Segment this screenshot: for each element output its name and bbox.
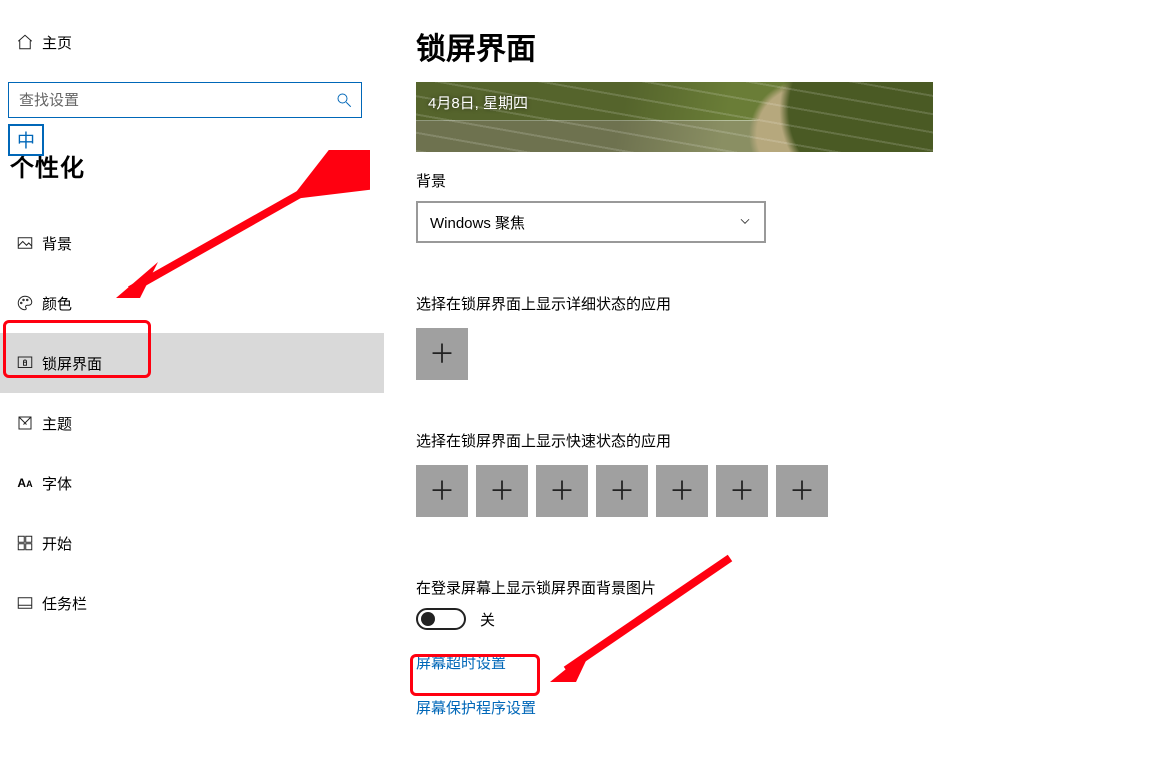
add-quick-app-button[interactable]: ＋ — [416, 465, 468, 517]
sidebar-item-label: 主题 — [42, 413, 72, 434]
search-input[interactable] — [9, 92, 327, 109]
sidebar-item-label: 颜色 — [42, 293, 72, 314]
sidebar-item-start[interactable]: 开始 — [0, 513, 384, 573]
add-detail-app-button[interactable]: ＋ — [416, 328, 468, 380]
add-quick-app-button[interactable]: ＋ — [476, 465, 528, 517]
font-icon: AA — [8, 476, 42, 490]
search-icon — [327, 91, 361, 109]
settings-window: 主页 个性化 背景 颜色 锁屏界面 — [0, 0, 1160, 773]
sidebar-item-themes[interactable]: 主题 — [0, 393, 384, 453]
home-icon — [8, 33, 42, 51]
sidebar: 主页 个性化 背景 颜色 锁屏界面 — [0, 0, 384, 773]
home-nav[interactable]: 主页 — [0, 22, 384, 62]
sidebar-item-colors[interactable]: 颜色 — [0, 273, 384, 333]
theme-icon — [8, 414, 42, 432]
chevron-down-icon — [738, 214, 752, 231]
add-quick-app-button[interactable]: ＋ — [776, 465, 828, 517]
link-screensaver[interactable]: 屏幕保护程序设置 — [416, 697, 1160, 718]
start-icon — [8, 534, 42, 552]
background-dropdown[interactable]: Windows 聚焦 — [416, 201, 766, 243]
add-quick-app-button[interactable]: ＋ — [536, 465, 588, 517]
sidebar-item-label: 开始 — [42, 533, 72, 554]
sidebar-item-taskbar[interactable]: 任务栏 — [0, 573, 384, 633]
quick-app-row: ＋ ＋ ＋ ＋ ＋ ＋ ＋ — [416, 465, 1160, 517]
add-quick-app-button[interactable]: ＋ — [656, 465, 708, 517]
sidebar-item-label: 任务栏 — [42, 593, 87, 614]
category-title: 个性化 — [10, 148, 384, 183]
show-bg-label: 在登录屏幕上显示锁屏界面背景图片 — [416, 577, 1160, 598]
toggle-text: 关 — [480, 609, 495, 630]
home-label: 主页 — [42, 32, 72, 53]
link-screen-timeout[interactable]: 屏幕超时设置 — [416, 652, 506, 673]
content-pane: 锁屏界面 4月8日, 星期四 背景 Windows 聚焦 选择在锁屏界面上显示详… — [384, 0, 1160, 773]
preview-date: 4月8日, 星期四 — [428, 92, 528, 113]
ime-badge[interactable]: 中 — [8, 124, 44, 156]
add-quick-app-button[interactable]: ＋ — [716, 465, 768, 517]
dropdown-value: Windows 聚焦 — [430, 212, 525, 233]
lockscreen-preview[interactable]: 4月8日, 星期四 — [416, 82, 933, 152]
detail-app-label: 选择在锁屏界面上显示详细状态的应用 — [416, 293, 1160, 314]
picture-icon — [8, 234, 42, 252]
palette-icon — [8, 294, 42, 312]
taskbar-icon — [8, 594, 42, 612]
sidebar-item-label: 锁屏界面 — [42, 353, 102, 374]
show-bg-toggle[interactable] — [416, 608, 466, 630]
add-quick-app-button[interactable]: ＋ — [596, 465, 648, 517]
lockscreen-icon — [8, 354, 42, 372]
sidebar-item-label: 字体 — [42, 473, 72, 494]
sidebar-item-fonts[interactable]: AA 字体 — [0, 453, 384, 513]
sidebar-item-label: 背景 — [42, 233, 72, 254]
sidebar-item-lockscreen[interactable]: 锁屏界面 — [0, 333, 384, 393]
quick-app-label: 选择在锁屏界面上显示快速状态的应用 — [416, 430, 1160, 451]
sidebar-item-background[interactable]: 背景 — [0, 213, 384, 273]
background-label: 背景 — [416, 170, 1160, 191]
search-input-wrap[interactable] — [8, 82, 362, 118]
page-title: 锁屏界面 — [416, 24, 1160, 68]
